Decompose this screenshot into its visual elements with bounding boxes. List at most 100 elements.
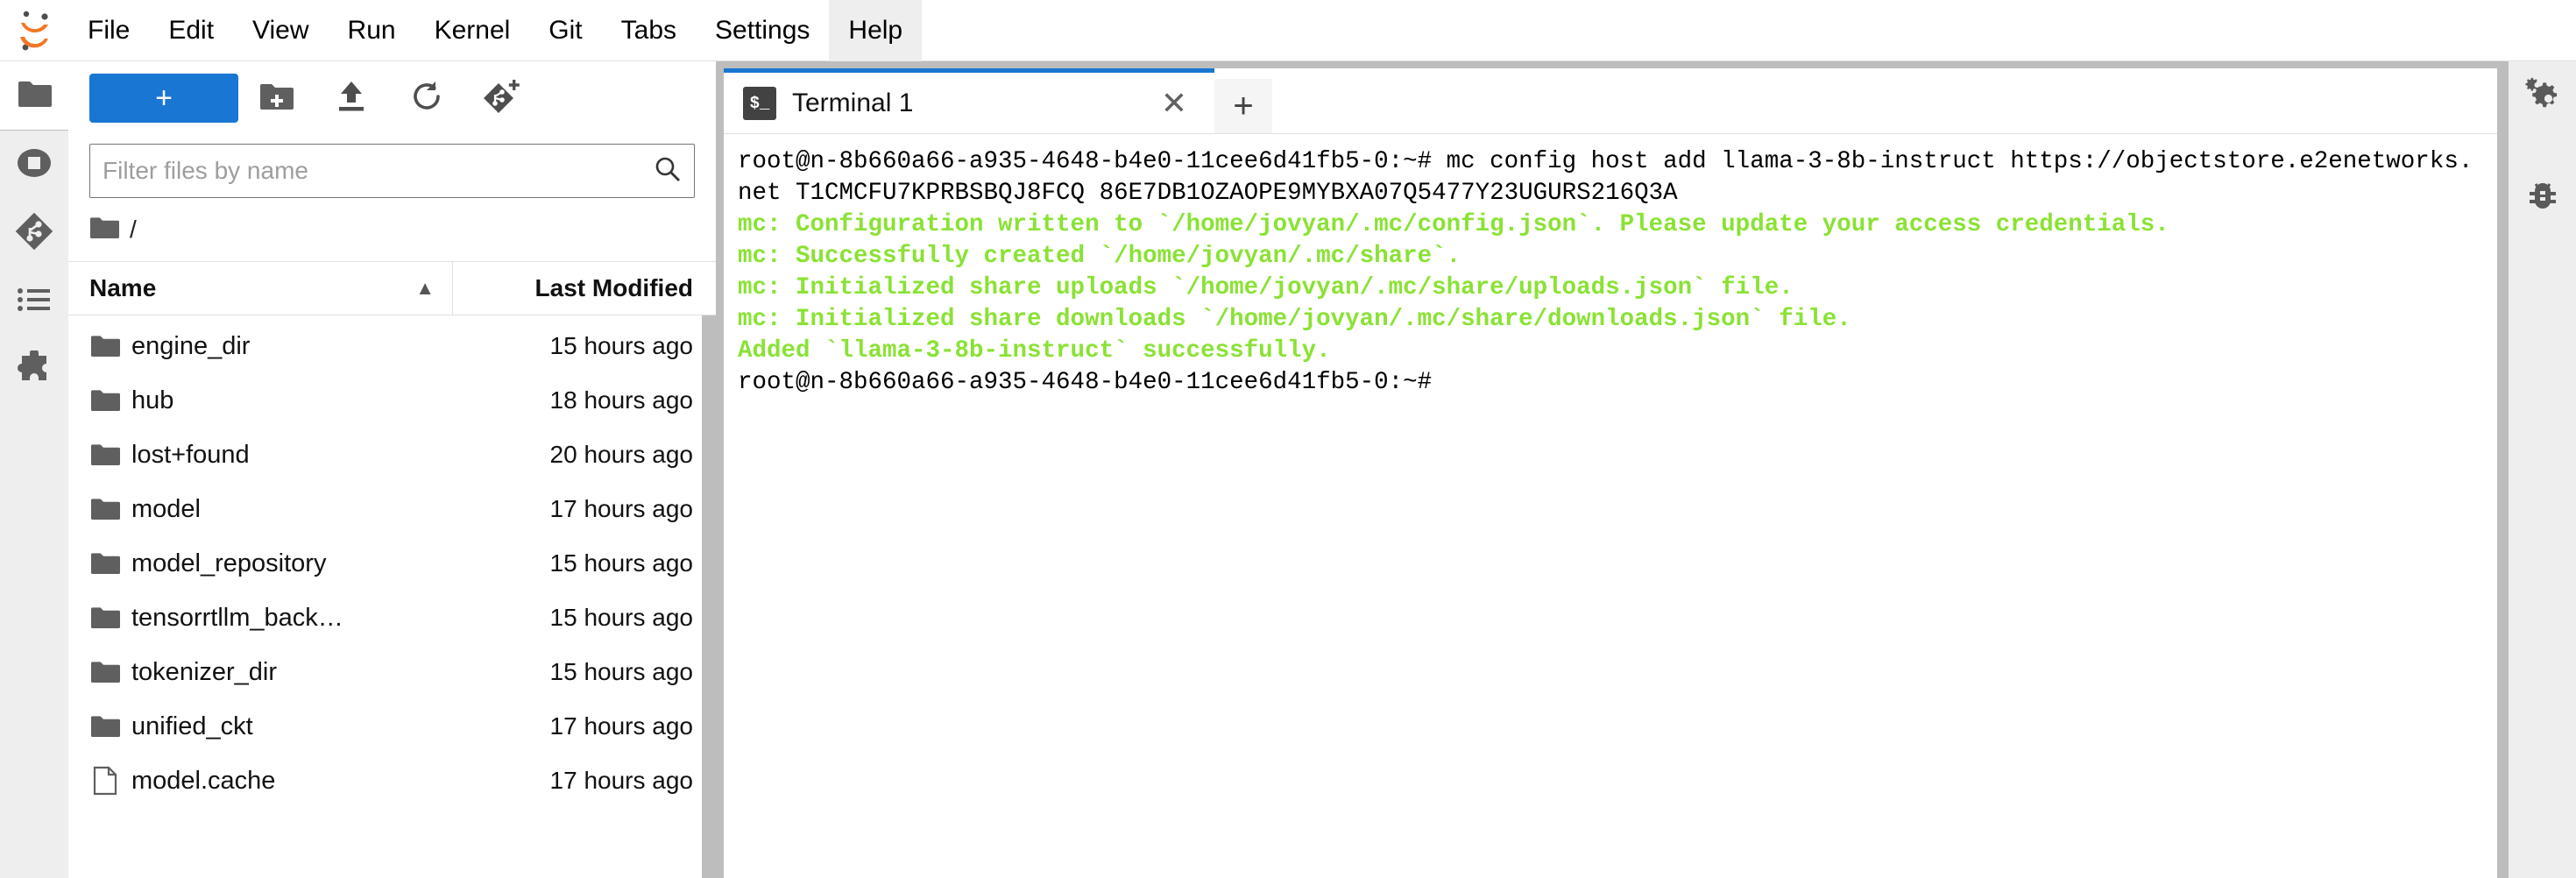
menu-item-run[interactable]: Run: [329, 0, 415, 61]
folder-icon: [17, 79, 52, 113]
folder-icon: [68, 605, 123, 630]
close-icon[interactable]: ✕: [1150, 85, 1199, 122]
file-list-item[interactable]: unified_ckt 17 hours ago: [68, 699, 716, 754]
file-list-item[interactable]: hub 18 hours ago: [68, 373, 716, 428]
file-list-item[interactable]: tokenizer_dir 15 hours ago: [68, 645, 716, 699]
folder-icon: [68, 660, 123, 684]
search-input[interactable]: [103, 157, 654, 185]
menu-item-file[interactable]: File: [68, 0, 149, 61]
upload-files-button[interactable]: [314, 74, 389, 123]
breadcrumb-path[interactable]: /: [130, 216, 137, 244]
terminal-line: mc: Initialized share uploads `/home/jov…: [738, 274, 1794, 301]
sidebar-item-property-inspector[interactable]: [2509, 61, 2576, 130]
folder-icon: [68, 334, 123, 358]
sidebar-item-running-terminals[interactable]: [0, 131, 68, 199]
file-modified: 17 hours ago: [549, 712, 693, 740]
filter-files-field[interactable]: [89, 144, 695, 198]
file-list-scrollbar[interactable]: [702, 315, 716, 878]
tab-terminal-1[interactable]: $_ Terminal 1 ✕: [724, 68, 1214, 133]
folder-icon: [68, 443, 123, 467]
refresh-icon: [410, 80, 443, 117]
upload-icon: [336, 80, 366, 117]
menu-item-edit[interactable]: Edit: [149, 0, 233, 61]
git-clone-button[interactable]: [464, 74, 540, 123]
file-list-item[interactable]: lost+found 20 hours ago: [68, 428, 716, 482]
sidebar-item-file-browser[interactable]: [0, 61, 68, 130]
file-icon: [68, 766, 123, 796]
list-icon: [16, 287, 53, 317]
file-list-item[interactable]: engine_dir 15 hours ago: [68, 319, 716, 373]
menu-item-help[interactable]: Help: [829, 0, 923, 61]
file-name: model.cache: [131, 766, 276, 795]
file-modified: 20 hours ago: [549, 441, 693, 468]
column-header-last-modified[interactable]: Last Modified: [453, 274, 716, 302]
menu-item-settings[interactable]: Settings: [696, 0, 829, 61]
file-list-item[interactable]: model 17 hours ago: [68, 482, 716, 536]
terminal-panel[interactable]: root@n-8b660a66-a935-4648-b4e0-11cee6d41…: [724, 133, 2498, 878]
file-modified: 15 hours ago: [549, 658, 693, 685]
new-launcher-button[interactable]: +: [89, 74, 238, 123]
refresh-file-list-button[interactable]: [389, 74, 464, 123]
jupyter-logo-icon: [0, 0, 68, 61]
menu-item-kernel[interactable]: Kernel: [415, 0, 530, 61]
column-header-name[interactable]: Name ▲: [68, 262, 453, 315]
file-modified: 17 hours ago: [549, 767, 693, 794]
bug-icon: [2523, 177, 2562, 218]
folder-icon: [68, 714, 123, 739]
tab-bar: $_ Terminal 1 ✕ +: [724, 68, 2498, 133]
new-tab-button[interactable]: +: [1214, 79, 1272, 133]
terminal-line: Added `llama-3-8b-instruct` successfully…: [738, 337, 1331, 365]
menu-item-view[interactable]: View: [233, 0, 328, 61]
menu-item-git[interactable]: Git: [529, 0, 601, 61]
terminal-icon: $_: [743, 86, 776, 120]
folder-icon: [68, 388, 123, 413]
sort-ascending-icon: ▲: [415, 277, 435, 299]
stop-circle-icon: [14, 145, 54, 185]
main-dock-area: $_ Terminal 1 ✕ + root@n-8b660a66-a935-4…: [717, 61, 2498, 878]
search-icon: [654, 155, 682, 188]
menu-item-tabs[interactable]: Tabs: [602, 0, 696, 61]
file-browser-panel: + Filter files by name / Name ▲ Last Mod…: [68, 61, 717, 878]
terminal-line: mc: Successfully created `/home/jovyan/.…: [738, 243, 1461, 270]
file-name: tensorrtllm_back…: [131, 603, 343, 632]
file-list: engine_dir 15 hours ago hub 18 hours ago los…: [68, 315, 716, 878]
left-activity-bar: [0, 61, 68, 878]
sidebar-item-git[interactable]: [0, 199, 68, 267]
puzzle-icon: [16, 348, 53, 390]
terminal-output[interactable]: root@n-8b660a66-a935-4648-b4e0-11cee6d41…: [724, 134, 2481, 878]
file-name: tokenizer_dir: [131, 657, 278, 686]
file-name: model: [131, 494, 201, 523]
file-list-item[interactable]: model.cache 17 hours ago: [68, 754, 716, 808]
sidebar-item-extension-manager[interactable]: [0, 336, 68, 404]
terminal-line: root@n-8b660a66-a935-4648-b4e0-11cee6d41…: [738, 148, 2473, 207]
menu-bar: File Edit View Run Kernel Git Tabs Settings Help: [0, 0, 2576, 61]
new-folder-button[interactable]: [238, 74, 314, 123]
terminal-line: mc: Configuration written to `/home/jovy…: [738, 211, 2169, 238]
file-modified: 17 hours ago: [549, 495, 693, 522]
file-list-item[interactable]: tensorrtllm_back… 15 hours ago: [68, 591, 716, 645]
folder-icon: [68, 497, 123, 521]
git-clone-icon: [483, 78, 521, 119]
right-sidebar: [2508, 61, 2576, 878]
sidebar-item-table-of-contents[interactable]: [0, 267, 68, 336]
terminal-scrollbar[interactable]: [2481, 134, 2498, 878]
tabs-container: $_ Terminal 1 ✕ +: [724, 68, 2498, 133]
file-browser-toolbar: +: [68, 61, 716, 135]
file-name: unified_ckt: [131, 712, 253, 740]
terminal-line: mc: Initialized share downloads `/home/j…: [738, 306, 1851, 333]
breadcrumb[interactable]: /: [68, 198, 716, 261]
main-body: + Filter files by name / Name ▲ Last Mod…: [0, 61, 2576, 878]
file-list-item[interactable]: model_repository 15 hours ago: [68, 536, 716, 591]
folder-icon: [68, 551, 123, 576]
jupyterlab-window: File Edit View Run Kernel Git Tabs Settings Help: [0, 0, 2576, 878]
new-folder-icon: [258, 81, 294, 116]
file-modified: 15 hours ago: [549, 604, 693, 631]
gears-icon: [2523, 74, 2563, 117]
file-modified: 15 hours ago: [549, 549, 693, 577]
file-modified: 15 hours ago: [549, 332, 693, 359]
git-icon: [15, 212, 53, 255]
file-name: model_repository: [131, 549, 327, 577]
column-header-name-label: Name: [89, 274, 157, 301]
file-name: lost+found: [131, 440, 250, 469]
sidebar-item-debugger[interactable]: [2509, 163, 2576, 231]
